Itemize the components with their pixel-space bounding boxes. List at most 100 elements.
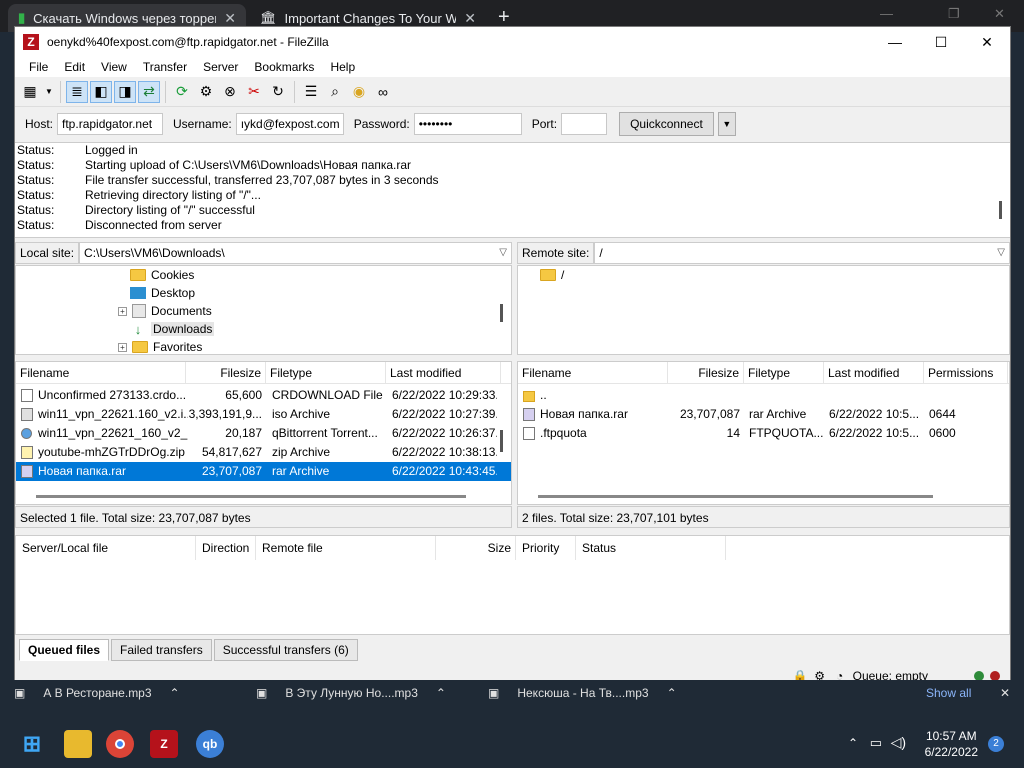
close-icon[interactable]: ✕ [224,10,236,27]
minimize-button[interactable]: — [872,34,918,50]
refresh-icon[interactable]: ⟳ [171,81,193,103]
menu-server[interactable]: Server [195,60,246,74]
remote-path-input[interactable]: / ▽ [594,242,1010,264]
download-item[interactable]: ▣ В Эту Лунную Но....mp3 ⌃ [256,686,446,700]
col-filetype[interactable]: Filetype [744,362,824,384]
file-explorer-icon[interactable] [64,730,92,758]
quickconnect-button[interactable]: Quickconnect [619,112,714,136]
download-item[interactable]: ▣ Нексюша - На Тв....mp3 ⌃ [488,686,677,700]
chrome-icon[interactable] [106,730,134,758]
list-scrollbar[interactable] [500,430,503,452]
close-icon[interactable]: ✕ [464,10,476,27]
col-filesize[interactable]: Filesize [668,362,744,384]
file-permissions: 0644 [929,407,956,421]
site-manager-icon[interactable]: ▦ [19,81,41,103]
table-row[interactable]: Unconfirmed 273133.crdo... 65,600 CRDOWN… [16,386,511,405]
toggle-transfer-queue-icon[interactable]: ⇄ [138,80,160,103]
chevron-up-icon[interactable]: ⌃ [848,736,858,750]
col-filename[interactable]: Filename [16,362,186,384]
toggle-local-tree-icon[interactable]: ◧ [90,80,112,103]
notification-badge[interactable]: 2 [988,736,1004,752]
windows-start-icon[interactable]: ⊞ [18,730,46,758]
username-input[interactable] [235,113,344,135]
menu-file[interactable]: File [21,60,56,74]
close-icon[interactable]: ✕ [1000,686,1010,700]
qbittorrent-icon[interactable]: qb [196,730,224,758]
disconnect-icon[interactable]: ✂ [243,81,265,103]
network-icon[interactable]: ▭ [870,735,882,751]
col-size[interactable]: Size [436,536,516,560]
quickconnect-dropdown-icon[interactable]: ▼ [717,112,736,136]
binoculars-icon[interactable]: ∞ [372,81,394,103]
col-filetype[interactable]: Filetype [266,362,386,384]
host-input[interactable] [57,113,164,135]
password-input[interactable] [413,113,522,135]
menu-transfer[interactable]: Transfer [135,60,195,74]
close-button[interactable]: ✕ [964,34,1010,51]
table-row[interactable]: win11_vpn_22621_160_v2_... 20,187 qBitto… [16,424,511,443]
cancel-icon[interactable]: ⊗ [219,81,241,103]
tree-item-root[interactable]: / [540,266,564,284]
maximize-button[interactable]: ☐ [918,34,964,51]
col-filename[interactable]: Filename [518,362,668,384]
filter-icon[interactable]: ☰ [300,81,322,103]
chevron-up-icon[interactable]: ⌃ [170,686,180,700]
col-last-modified[interactable]: Last modified [386,362,501,384]
col-server-local-file[interactable]: Server/Local file [16,536,196,560]
tree-item-cookies[interactable]: Cookies [130,266,194,284]
username-label: Username: [173,117,232,131]
table-row-selected[interactable]: Новая папка.rar 23,707,087 rar Archive 6… [16,462,511,481]
chevron-down-icon[interactable]: ▽ [997,243,1005,263]
site-manager-dropdown-icon[interactable]: ▼ [43,81,55,103]
table-row[interactable]: win11_vpn_22621.160_v2.i... 3,393,191,9.… [16,405,511,424]
port-input[interactable] [561,113,608,135]
col-remote-file[interactable]: Remote file [256,536,436,560]
col-priority[interactable]: Priority [516,536,576,560]
menu-help[interactable]: Help [322,60,363,74]
table-row[interactable]: youtube-mhZGTrDDrOg.zip 54,817,627 zip A… [16,443,511,462]
tree-item-favorites[interactable]: + Favorites [118,338,202,354]
restore-icon[interactable]: ❐ [948,6,960,22]
table-row[interactable]: .ftpquota 14 FTPQUOTA... 6/22/2022 10:5.… [518,424,1009,443]
reconnect-icon[interactable]: ↻ [267,81,289,103]
chevron-down-icon[interactable]: ▽ [499,243,507,263]
expand-icon[interactable]: + [118,306,127,316]
horizontal-scrollbar[interactable] [538,495,933,498]
minimize-icon[interactable]: — [880,6,893,21]
expand-icon[interactable]: + [118,342,127,352]
download-item[interactable]: ▣ А В Ресторане.mp3 ⌃ [14,686,180,700]
col-direction[interactable]: Direction [196,536,256,560]
close-icon[interactable]: ✕ [994,6,1005,22]
horizontal-scrollbar[interactable] [36,495,466,498]
menu-view[interactable]: View [93,60,135,74]
volume-icon[interactable]: ◁) [891,734,906,751]
col-status[interactable]: Status [576,536,726,560]
log-scrollbar[interactable] [999,201,1002,219]
col-filesize[interactable]: Filesize [186,362,266,384]
process-queue-icon[interactable]: ⚙ [195,81,217,103]
system-clock[interactable]: 10:57 AM 6/22/2022 [925,728,978,760]
col-permissions[interactable]: Permissions [924,362,1008,384]
chevron-up-icon[interactable]: ⌃ [436,686,446,700]
search-icon[interactable]: ⌕ [324,81,346,103]
tab-queued-files[interactable]: Queued files [19,639,110,661]
table-row[interactable]: .. [518,386,1009,405]
col-last-modified[interactable]: Last modified [824,362,924,384]
compare-icon[interactable]: ◉ [348,81,370,103]
tab-successful-transfers[interactable]: Successful transfers (6) [213,639,358,661]
tree-item-documents[interactable]: + Documents [118,302,212,320]
tab-failed-transfers[interactable]: Failed transfers [111,639,212,661]
filezilla-taskbar-icon[interactable]: Z [150,730,178,758]
menu-bookmarks[interactable]: Bookmarks [246,60,322,74]
tree-scrollbar[interactable] [500,304,503,322]
toggle-message-log-icon[interactable]: ≣ [66,80,88,103]
menu-edit[interactable]: Edit [56,60,93,74]
chevron-up-icon[interactable]: ⌃ [667,686,677,700]
downloads-bar: ▣ А В Ресторане.mp3 ⌃ ▣ В Эту Лунную Но.… [0,680,1024,706]
local-path-input[interactable]: C:\Users\VM6\Downloads\ ▽ [79,242,512,264]
tree-item-desktop[interactable]: Desktop [130,284,195,302]
show-all-link[interactable]: Show all [926,686,971,700]
toggle-remote-tree-icon[interactable]: ◨ [114,80,136,103]
tree-item-downloads[interactable]: ↓ Downloads [130,320,215,338]
table-row[interactable]: Новая папка.rar 23,707,087 rar Archive 6… [518,405,1009,424]
